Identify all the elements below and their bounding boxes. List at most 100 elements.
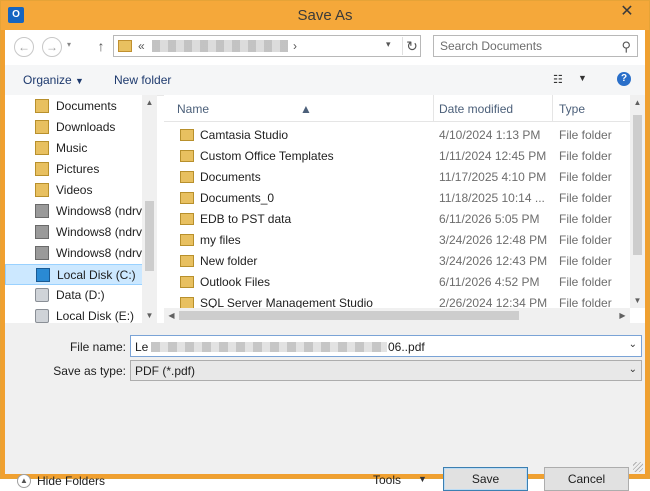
file-date: 11/17/2025 4:10 PM xyxy=(439,170,547,184)
table-row[interactable]: my files 3/24/2026 12:48 PM File folder xyxy=(164,230,630,251)
address-dropdown-icon[interactable]: ▾ xyxy=(386,39,391,50)
file-name: Camtasia Studio xyxy=(200,128,289,142)
view-dropdown-icon[interactable]: ▼ xyxy=(578,73,587,83)
network-drive-icon xyxy=(35,225,49,239)
sidebar-item-label: Downloads xyxy=(56,120,116,134)
command-bar: Organize ▼ New folder ☷ ▼ ? xyxy=(5,65,645,96)
sidebar-item-downloads[interactable]: Downloads xyxy=(5,117,145,138)
table-row[interactable]: EDB to PST data 6/11/2026 5:05 PM File f… xyxy=(164,209,630,230)
sidebar-item-label: Music xyxy=(56,141,88,155)
sidebar-item-videos[interactable]: Videos xyxy=(5,180,145,201)
table-row[interactable]: Documents_0 11/18/2025 10:14 ... File fo… xyxy=(164,188,630,209)
scroll-right-icon[interactable]: ▶ xyxy=(615,308,630,323)
scrollbar-thumb[interactable] xyxy=(633,115,642,255)
navigation-scrollbar[interactable]: ▲ ▼ xyxy=(142,95,157,323)
up-button[interactable]: ↑ xyxy=(94,36,108,56)
scrollbar-thumb[interactable] xyxy=(145,201,154,271)
scroll-down-icon[interactable]: ▼ xyxy=(142,308,157,323)
file-list-vertical-scrollbar[interactable]: ▲ ▼ xyxy=(630,95,645,308)
file-type: File folder xyxy=(559,149,612,163)
file-type: File folder xyxy=(559,212,612,226)
recent-locations-chevron-icon[interactable]: ▾ xyxy=(67,40,71,49)
file-type: File folder xyxy=(559,233,612,247)
resize-grip-icon[interactable] xyxy=(633,462,643,472)
refresh-icon[interactable]: ↻ xyxy=(402,37,421,55)
sort-ascending-icon: ▲ xyxy=(300,102,312,116)
path-overflow-chevron[interactable]: « xyxy=(138,39,145,53)
sidebar-item-data-d[interactable]: Data (D:) xyxy=(5,285,145,306)
column-header-date-modified[interactable]: Date modified xyxy=(439,102,513,116)
scroll-up-icon[interactable]: ▲ xyxy=(142,95,157,110)
table-row[interactable]: Outlook Files 6/11/2026 4:52 PM File fol… xyxy=(164,272,630,293)
table-row[interactable]: New folder 3/24/2026 12:43 PM File folde… xyxy=(164,251,630,272)
file-date: 11/18/2025 10:14 ... xyxy=(439,191,545,205)
file-list-horizontal-scrollbar[interactable]: ◀ ▶ xyxy=(164,308,630,323)
file-name: New folder xyxy=(200,254,258,268)
file-name-suffix: 06..pdf xyxy=(388,340,425,354)
search-box[interactable]: ⚲ xyxy=(433,35,638,57)
file-name: Documents_0 xyxy=(200,191,275,205)
path-separator-icon[interactable]: › xyxy=(293,39,297,53)
sidebar-item-pictures[interactable]: Pictures xyxy=(5,159,145,180)
scrollbar-thumb[interactable] xyxy=(179,311,519,320)
organize-button[interactable]: Organize ▼ xyxy=(23,73,84,87)
column-header-row: ▲ Name Date modified Type xyxy=(164,95,645,122)
sidebar-item-music[interactable]: Music xyxy=(5,138,145,159)
network-drive-icon xyxy=(35,246,49,260)
sidebar-item-network-drive-2[interactable]: Windows8 (ndrv xyxy=(5,222,145,243)
search-input[interactable] xyxy=(440,38,610,54)
address-bar[interactable]: « › ▾ ↻ xyxy=(113,35,421,57)
forward-button[interactable]: → xyxy=(42,37,62,57)
tools-dropdown-icon[interactable]: ▼ xyxy=(418,474,427,484)
file-type: File folder xyxy=(559,191,612,205)
save-as-type-value: PDF (*.pdf) xyxy=(135,364,196,378)
sidebar-item-label: Windows8 (ndrv xyxy=(56,204,143,218)
sidebar-item-local-disk-c[interactable]: Local Disk (C:) xyxy=(5,264,145,285)
table-row[interactable]: Documents 11/17/2025 4:10 PM File folder xyxy=(164,167,630,188)
file-name: EDB to PST data xyxy=(200,212,292,226)
navigation-pane: Documents Downloads Music Pictures Video… xyxy=(5,95,157,323)
folder-icon xyxy=(180,192,194,204)
save-as-type-select[interactable]: PDF (*.pdf) ⌄ xyxy=(130,360,642,381)
table-row[interactable]: Custom Office Templates 1/11/2024 12:45 … xyxy=(164,146,630,167)
column-header-name[interactable]: Name xyxy=(177,102,209,116)
file-name-field[interactable]: Le 06..pdf ⌄ xyxy=(130,335,642,357)
save-as-dialog: O Save As ✕ ← → ▾ ↑ « › ▾ ↻ ⚲ Organize ▼ xyxy=(0,0,650,491)
sidebar-item-label: Videos xyxy=(56,183,93,197)
back-button[interactable]: ← xyxy=(14,37,34,57)
sidebar-item-network-drive-1[interactable]: Windows8 (ndrv xyxy=(5,201,145,222)
folder-icon xyxy=(180,276,194,288)
file-list: ▲ Name Date modified Type Camtasia Studi… xyxy=(164,95,645,323)
scroll-left-icon[interactable]: ◀ xyxy=(164,308,179,323)
address-row: ← → ▾ ↑ « › ▾ ↻ ⚲ xyxy=(5,30,645,64)
column-divider[interactable] xyxy=(552,95,553,121)
column-divider[interactable] xyxy=(433,95,434,121)
file-date: 6/11/2026 4:52 PM xyxy=(439,275,540,289)
address-path-redacted xyxy=(152,40,288,52)
scroll-down-icon[interactable]: ▼ xyxy=(630,293,645,308)
table-row[interactable]: Camtasia Studio 4/10/2024 1:13 PM File f… xyxy=(164,125,630,146)
file-date: 6/11/2026 5:05 PM xyxy=(439,212,540,226)
column-header-type[interactable]: Type xyxy=(559,102,585,116)
view-options-icon[interactable]: ☷ xyxy=(553,73,567,86)
cancel-button[interactable]: Cancel xyxy=(544,467,629,491)
search-icon[interactable]: ⚲ xyxy=(621,39,631,55)
close-button[interactable]: ✕ xyxy=(611,1,643,22)
sidebar-item-label: Windows8 (ndrv xyxy=(56,246,143,260)
save-button[interactable]: Save xyxy=(443,467,528,491)
file-name: Custom Office Templates xyxy=(200,149,334,163)
sidebar-item-network-drive-3[interactable]: Windows8 (ndrv xyxy=(5,243,145,264)
scroll-up-icon[interactable]: ▲ xyxy=(630,95,645,110)
help-icon[interactable]: ? xyxy=(617,72,631,86)
sidebar-item-documents[interactable]: Documents xyxy=(5,96,145,117)
chevron-down-icon[interactable]: ⌄ xyxy=(629,364,637,375)
file-name: Documents xyxy=(200,170,261,184)
new-folder-button[interactable]: New folder xyxy=(114,73,171,87)
tools-button[interactable]: Tools xyxy=(373,473,401,487)
videos-folder-icon xyxy=(35,183,49,197)
file-name: Outlook Files xyxy=(200,275,271,289)
sidebar-item-local-disk-e[interactable]: Local Disk (E:) xyxy=(5,306,145,323)
downloads-folder-icon xyxy=(35,120,49,134)
chevron-down-icon[interactable]: ⌄ xyxy=(629,339,637,350)
file-type: File folder xyxy=(559,254,612,268)
